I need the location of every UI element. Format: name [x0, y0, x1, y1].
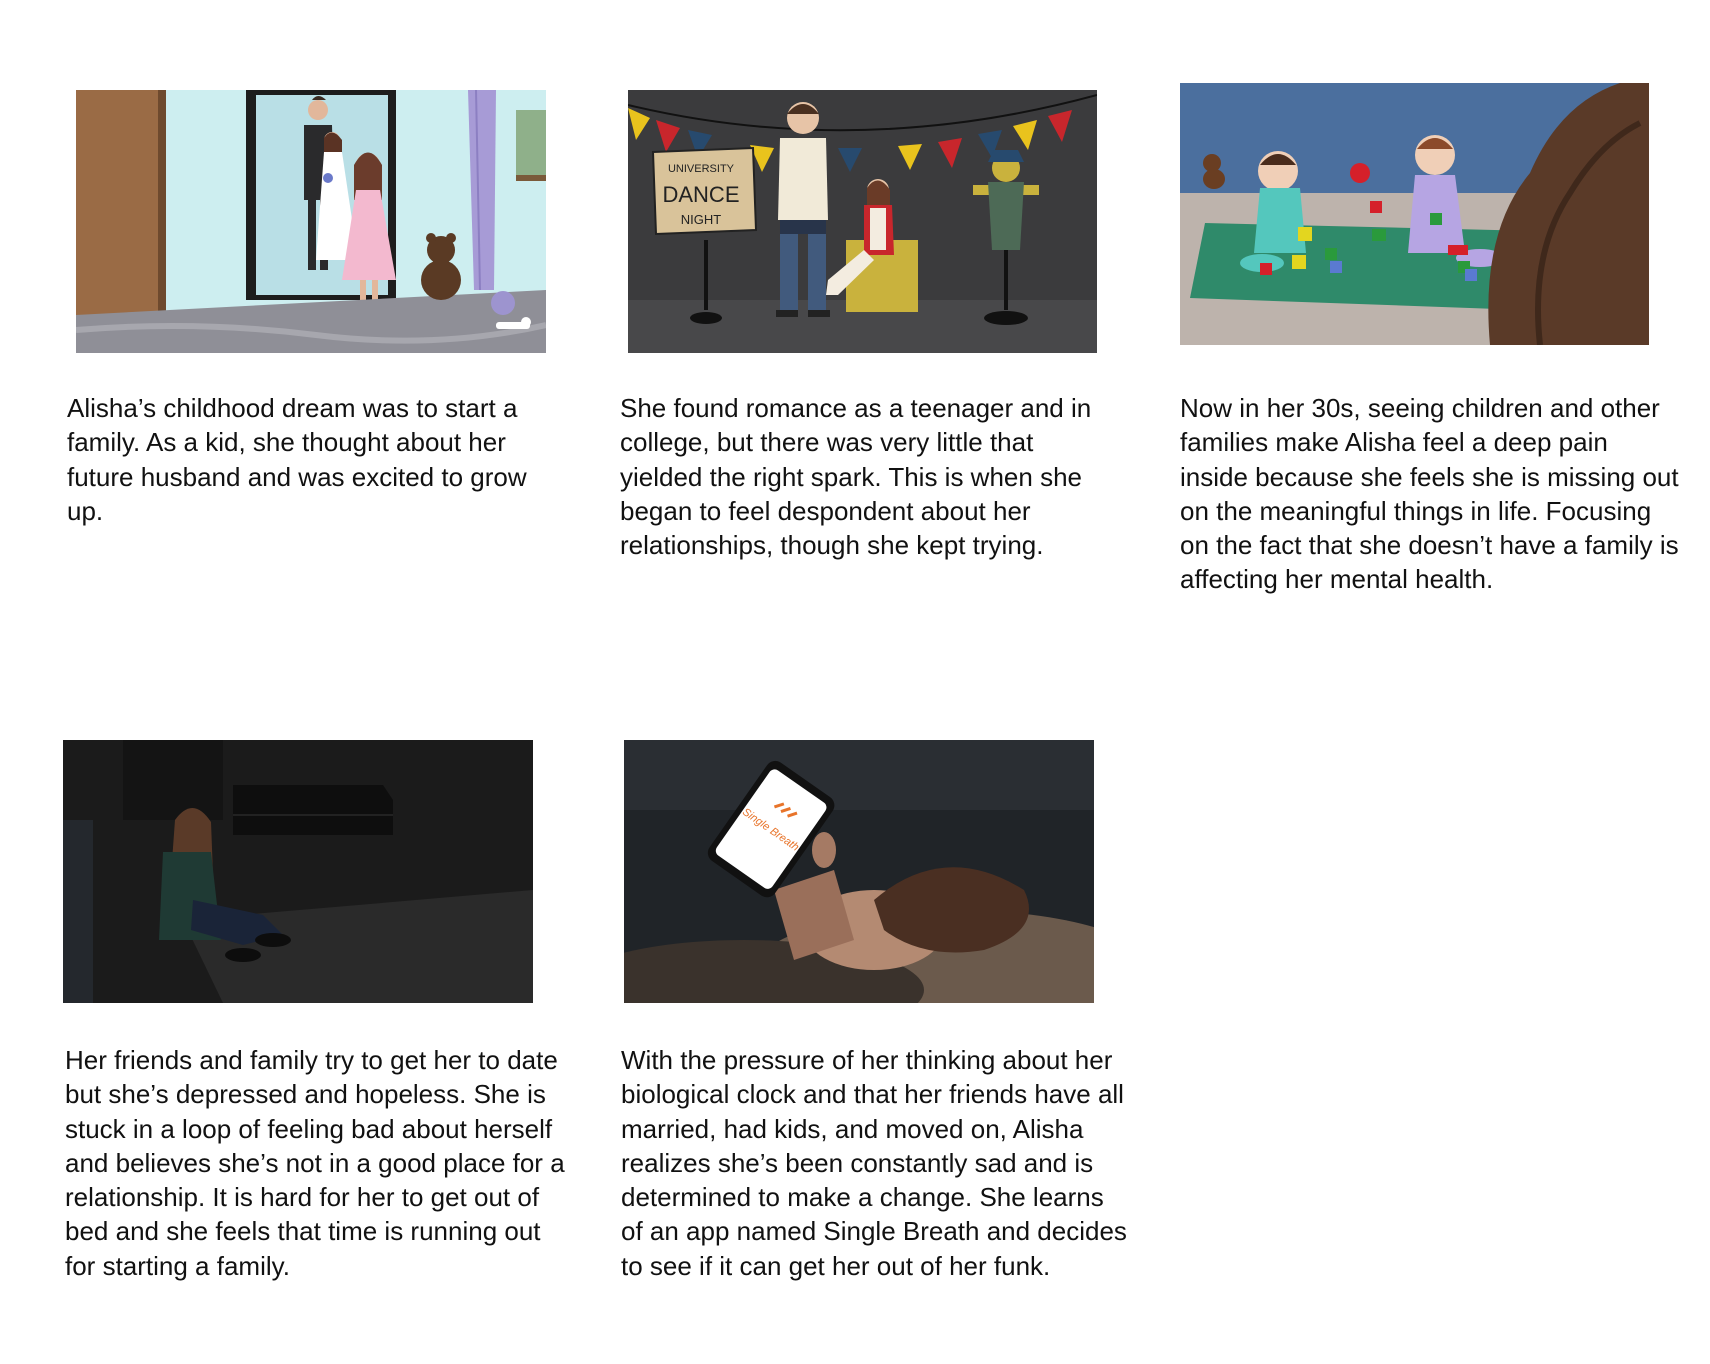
panel-1-caption: Alisha’s childhood dream was to start a …: [67, 393, 527, 526]
panel-5-illustration: Single Breath: [624, 740, 1094, 1003]
sign-university: UNIVERSITY: [668, 163, 735, 175]
panel-2-caption: She found romance as a teenager and in c…: [620, 393, 1092, 561]
panel-2-illustration: UNIVERSITY DANCE NIGHT: [628, 90, 1097, 353]
sign-dance: DANCE: [662, 182, 739, 207]
panel-3-illustration: [1180, 83, 1649, 345]
panel-1-illustration: [76, 90, 546, 353]
panel-4-caption: Her friends and family try to get her to…: [65, 1045, 565, 1281]
panel-5-caption: With the pressure of her thinking about …: [621, 1045, 1127, 1281]
panel-3-caption: Now in her 30s, seeing children and othe…: [1180, 393, 1679, 595]
sign-night: NIGHT: [681, 212, 722, 227]
panel-4-illustration: [63, 740, 533, 1003]
